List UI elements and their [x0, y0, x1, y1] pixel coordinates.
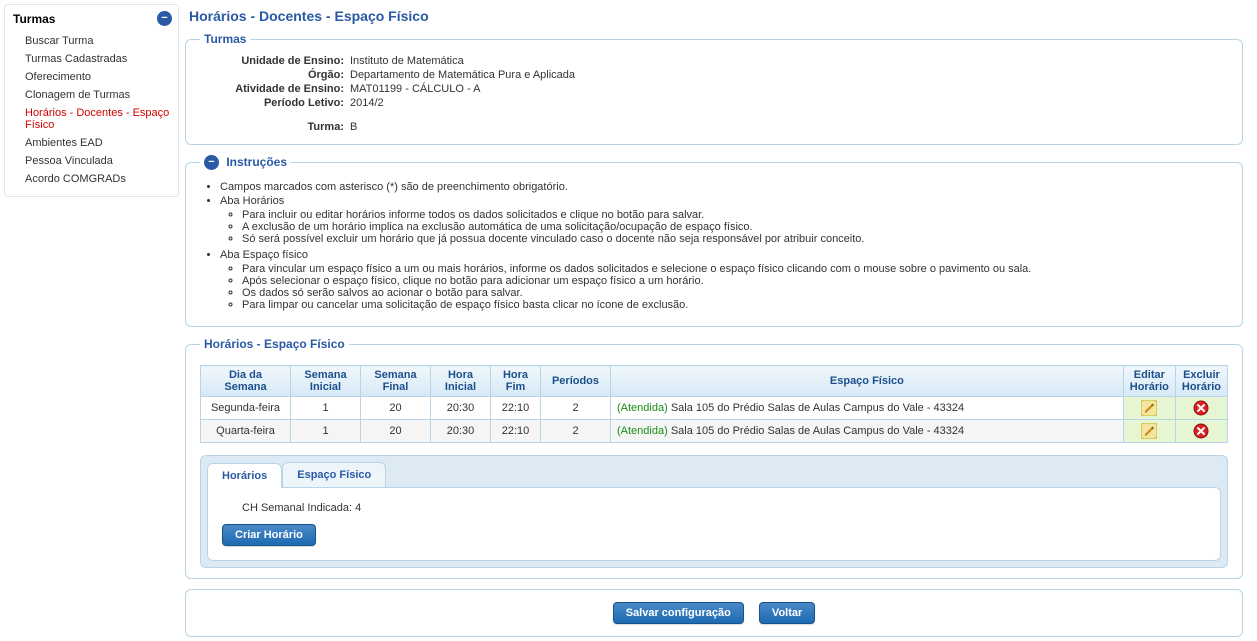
atividade-label: Atividade de Ensino:	[200, 83, 350, 95]
espaco-status: (Atendida)	[617, 425, 671, 437]
sidebar-item-turmas-cadastradas[interactable]: Turmas Cadastradas	[25, 50, 178, 68]
ch-semanal-label: CH Semanal Indicada:	[242, 502, 352, 514]
espaco-cell: (Atendida) Sala 105 do Prédio Salas de A…	[611, 397, 1124, 420]
col-periodos: Períodos	[541, 366, 611, 397]
turma-label: Turma:	[200, 121, 350, 133]
col-hora-fim: Hora Fim	[491, 366, 541, 397]
page-title: Horários - Docentes - Espaço Físico	[185, 4, 1243, 32]
atividade-value: MAT01199 - CÁLCULO - A	[350, 83, 1228, 95]
espaco-desc: Sala 105 do Prédio Salas de Aulas Campus…	[671, 425, 964, 437]
periodo-value: 2014/2	[350, 97, 1228, 109]
delete-cell	[1175, 420, 1227, 443]
edit-cell	[1123, 397, 1175, 420]
instr-subitem: Só será possível excluir um horário que …	[242, 233, 1228, 245]
instr-subitem: Após selecionar o espaço físico, clique …	[242, 275, 1228, 287]
criar-horario-button[interactable]: Criar Horário	[222, 524, 316, 546]
instr-item-label: Aba Espaço físico	[220, 249, 308, 261]
schedule-table: Dia da Semana Semana Inicial Semana Fina…	[200, 365, 1228, 443]
table-cell: 2	[541, 397, 611, 420]
sidebar-list: Buscar Turma Turmas Cadastradas Oferecim…	[5, 32, 178, 192]
pencil-icon[interactable]	[1130, 400, 1169, 416]
tab-horarios[interactable]: Horários	[207, 463, 282, 488]
actions-bar: Salvar configuração Voltar	[185, 589, 1243, 637]
table-cell: 20	[361, 420, 431, 443]
instr-subitem: Para limpar ou cancelar uma solicitação …	[242, 299, 1228, 311]
sidebar-item-horarios[interactable]: Horários - Docentes - Espaço Físico	[25, 104, 178, 134]
instr-item-label: Aba Horários	[220, 195, 284, 207]
table-row: Segunda-feira12020:3022:102(Atendida) Sa…	[201, 397, 1228, 420]
delete-icon[interactable]	[1182, 423, 1221, 439]
table-cell: 1	[291, 397, 361, 420]
periodo-label: Período Letivo:	[200, 97, 350, 109]
sidebar-item-oferecimento[interactable]: Oferecimento	[25, 68, 178, 86]
main-content: Horários - Docentes - Espaço Físico Turm…	[179, 4, 1253, 637]
sidebar-item-acordo-comgrads[interactable]: Acordo COMGRADs	[25, 170, 178, 188]
instr-subitem: Os dados só serão salvos ao acionar o bo…	[242, 287, 1228, 299]
table-cell: Segunda-feira	[201, 397, 291, 420]
instrucoes-legend-text: Instruções	[226, 155, 287, 169]
orgao-value: Departamento de Matemática Pura e Aplica…	[350, 69, 1228, 81]
table-cell: 2	[541, 420, 611, 443]
sidebar-item-buscar-turma[interactable]: Buscar Turma	[25, 32, 178, 50]
unidade-value: Instituto de Matemática	[350, 55, 1228, 67]
col-hora-ini: Hora Inicial	[431, 366, 491, 397]
col-excluir: Excluir Horário	[1175, 366, 1227, 397]
instr-subitem: Para incluir ou editar horários informe …	[242, 209, 1228, 221]
tabs-container: Horários Espaço Físico CH Semanal Indica…	[200, 455, 1228, 568]
sidebar-header: Turmas −	[5, 9, 178, 32]
edit-cell	[1123, 420, 1175, 443]
col-dia: Dia da Semana	[201, 366, 291, 397]
sidebar-title: Turmas	[13, 12, 55, 26]
tab-panel-horarios: CH Semanal Indicada: 4 Criar Horário	[207, 487, 1221, 561]
table-cell: 20	[361, 397, 431, 420]
table-row: Quarta-feira12020:3022:102(Atendida) Sal…	[201, 420, 1228, 443]
col-sem-fim: Semana Final	[361, 366, 431, 397]
tab-espaco-fisico[interactable]: Espaço Físico	[282, 462, 386, 487]
table-cell: Quarta-feira	[201, 420, 291, 443]
col-espaco: Espaço Físico	[611, 366, 1124, 397]
instr-item: Aba Horários Para incluir ou editar horá…	[220, 194, 1228, 248]
voltar-button[interactable]: Voltar	[759, 602, 815, 624]
horarios-fieldset: Horários - Espaço Físico Dia da Semana S…	[185, 337, 1243, 579]
unidade-label: Unidade de Ensino:	[200, 55, 350, 67]
tabstrip: Horários Espaço Físico	[207, 462, 1221, 487]
sidebar-item-ambientes-ead[interactable]: Ambientes EAD	[25, 134, 178, 152]
espaco-desc: Sala 105 do Prédio Salas de Aulas Campus…	[671, 402, 964, 414]
instr-item: Campos marcados com asterisco (*) são de…	[220, 180, 1228, 194]
ch-semanal-value: 4	[355, 502, 361, 514]
table-cell: 22:10	[491, 420, 541, 443]
horarios-legend: Horários - Espaço Físico	[200, 337, 349, 351]
instr-subitem: Para vincular um espaço físico a um ou m…	[242, 263, 1228, 275]
table-cell: 20:30	[431, 420, 491, 443]
table-cell: 22:10	[491, 397, 541, 420]
turmas-legend: Turmas	[200, 32, 250, 46]
orgao-label: Órgão:	[200, 69, 350, 81]
salvar-configuracao-button[interactable]: Salvar configuração	[613, 602, 744, 624]
minus-circle-icon[interactable]: −	[204, 155, 219, 170]
minus-circle-icon[interactable]: −	[157, 11, 172, 26]
sidebar: Turmas − Buscar Turma Turmas Cadastradas…	[4, 4, 179, 197]
delete-cell	[1175, 397, 1227, 420]
turma-value: B	[350, 121, 1228, 133]
pencil-icon[interactable]	[1130, 423, 1169, 439]
table-cell: 1	[291, 420, 361, 443]
col-editar: Editar Horário	[1123, 366, 1175, 397]
col-sem-ini: Semana Inicial	[291, 366, 361, 397]
espaco-cell: (Atendida) Sala 105 do Prédio Salas de A…	[611, 420, 1124, 443]
table-cell: 20:30	[431, 397, 491, 420]
instrucoes-legend: − Instruções	[200, 155, 291, 170]
instr-item: Aba Espaço físico Para vincular um espaç…	[220, 248, 1228, 314]
delete-icon[interactable]	[1182, 400, 1221, 416]
ch-semanal-line: CH Semanal Indicada: 4	[222, 502, 1206, 514]
sidebar-item-clonagem[interactable]: Clonagem de Turmas	[25, 86, 178, 104]
sidebar-item-pessoa-vinculada[interactable]: Pessoa Vinculada	[25, 152, 178, 170]
instrucoes-fieldset: − Instruções Campos marcados com asteris…	[185, 155, 1243, 327]
table-header: Dia da Semana Semana Inicial Semana Fina…	[201, 366, 1228, 397]
turmas-fieldset: Turmas Unidade de Ensino: Instituto de M…	[185, 32, 1243, 145]
instr-subitem: A exclusão de um horário implica na excl…	[242, 221, 1228, 233]
espaco-status: (Atendida)	[617, 402, 671, 414]
